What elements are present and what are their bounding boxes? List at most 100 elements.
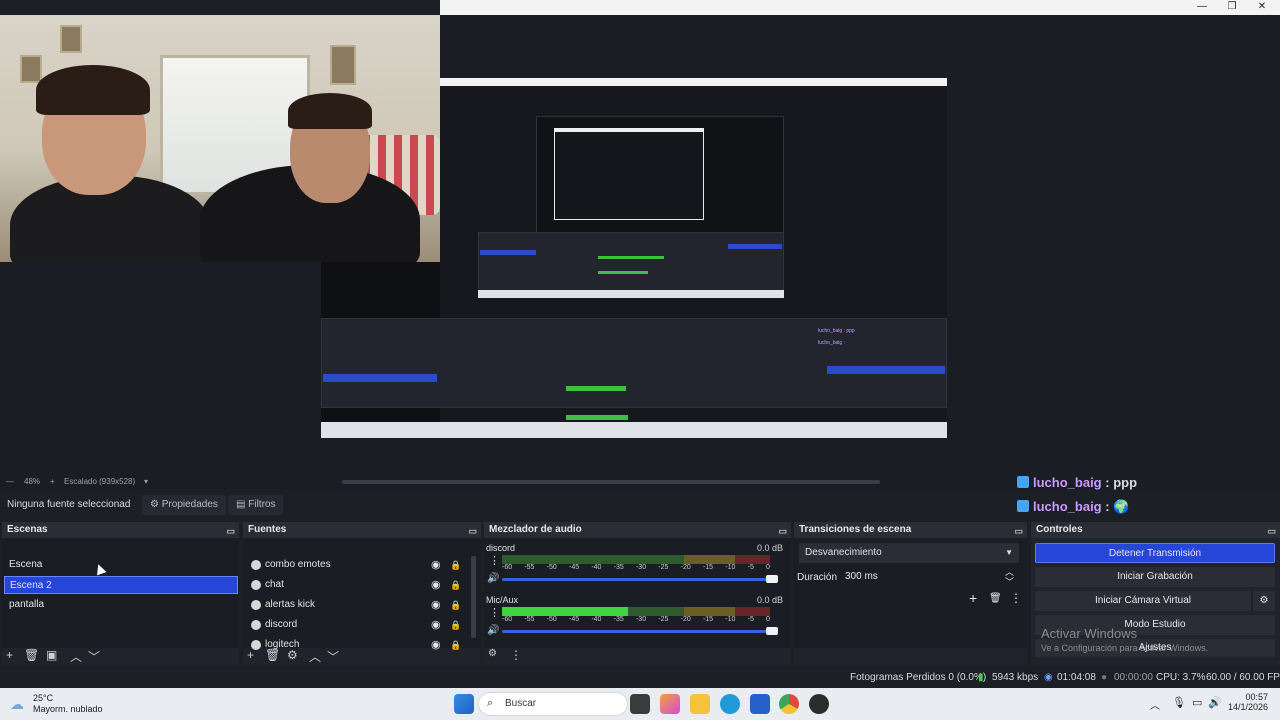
chevron-down-icon[interactable]: ▾ xyxy=(144,477,148,486)
advanced-audio-icon[interactable]: ⚙ xyxy=(488,648,497,659)
eye-icon[interactable]: ◉ xyxy=(431,576,441,594)
eye-icon[interactable]: ◉ xyxy=(431,616,441,634)
channel-menu-icon[interactable]: ⋮ xyxy=(489,554,500,567)
volume-slider[interactable] xyxy=(502,575,778,583)
lock-icon[interactable]: 🔒 xyxy=(450,596,461,614)
move-up-icon[interactable]: ︿ xyxy=(70,648,82,665)
add-transition-icon[interactable]: + xyxy=(969,590,977,606)
trash-icon[interactable]: 🗑 xyxy=(989,593,1002,604)
audio-mixer-dock: Mezclador de audio ▭ discord 0.0 dB ⋮ -60… xyxy=(484,522,791,665)
move-up-icon[interactable]: ︿ xyxy=(309,648,321,665)
weather-status: Mayorm. nublado xyxy=(33,704,103,714)
status-bar: Fotogramas Perdidos 0 (0.0%) ▮ 5943 kbps… xyxy=(0,668,1280,688)
task-view-icon[interactable] xyxy=(630,694,650,714)
horizontal-scrollbar[interactable] xyxy=(342,480,880,484)
preview-area[interactable]: lucho_baig : ppp lucho_baig : xyxy=(0,15,1280,475)
zoom-in-icon[interactable]: + xyxy=(50,477,55,486)
controls-title: Controles xyxy=(1036,524,1083,535)
spin-down-icon[interactable]: ﹀ xyxy=(1005,572,1014,592)
source-item[interactable]: combo emotes ◉ 🔒 xyxy=(243,556,468,574)
move-down-icon[interactable]: ﹀ xyxy=(88,648,100,665)
volume-icon[interactable]: 🔊 xyxy=(1208,696,1222,709)
minimize-icon[interactable]: — xyxy=(1187,0,1217,15)
sources-scrollbar[interactable] xyxy=(471,556,476,638)
more-icon[interactable]: ⋮ xyxy=(1010,591,1022,605)
edge-icon[interactable] xyxy=(720,694,740,714)
dock-menu-icon[interactable]: ▭ xyxy=(468,523,477,539)
chevron-up-icon[interactable]: ︿ xyxy=(1150,697,1160,712)
start-recording-button[interactable]: Iniciar Grabación xyxy=(1035,567,1275,587)
trash-icon[interactable]: 🗑 xyxy=(265,648,280,662)
microphone-icon[interactable]: 🎙 xyxy=(1172,696,1186,709)
zoom-level: 48% xyxy=(24,477,41,486)
transition-value: Desvanecimiento xyxy=(805,547,882,558)
add-scene-icon[interactable]: + xyxy=(6,648,13,662)
filters-icon[interactable]: ▣ xyxy=(46,648,57,662)
add-source-icon[interactable]: + xyxy=(247,648,254,662)
move-down-icon[interactable]: ﹀ xyxy=(327,648,339,665)
clock[interactable]: 00:57 14/1/2026 xyxy=(1228,692,1268,712)
speaker-icon[interactable]: 🔊 xyxy=(487,573,499,584)
scale-tick: -15 xyxy=(702,616,714,623)
scenes-dock: Escenas ▭ Escena Escena 2 pantalla + 🗑 ▣ … xyxy=(2,522,239,665)
restore-icon[interactable]: ❐ xyxy=(1217,0,1247,15)
copilot-icon[interactable] xyxy=(660,694,680,714)
file-explorer-icon[interactable] xyxy=(690,694,710,714)
source-label: combo emotes xyxy=(265,559,331,570)
dock-menu-icon[interactable]: ▭ xyxy=(1014,523,1023,539)
scale-tick: -20 xyxy=(680,564,691,571)
record-icon: ● xyxy=(1101,672,1108,683)
dock-menu-icon[interactable]: ▭ xyxy=(226,523,235,539)
eye-icon[interactable]: ◉ xyxy=(431,596,441,614)
scale-tick: 0 xyxy=(766,616,770,623)
activate-windows-sub: Ve a Configuración para activar Windows. xyxy=(1041,643,1209,653)
gear-icon[interactable]: ⚙ xyxy=(1253,591,1275,611)
scene-item-selected[interactable]: Escena 2 xyxy=(4,576,238,594)
properties-button[interactable]: ⚙ Propiedades xyxy=(142,495,226,515)
scene-item[interactable]: Escena xyxy=(4,556,238,574)
stop-stream-button[interactable]: Detener Transmisión xyxy=(1035,543,1275,563)
source-icon xyxy=(251,580,261,590)
scale-tick: -10 xyxy=(725,564,736,571)
slider-knob[interactable] xyxy=(766,575,778,583)
scale-tick: -60 xyxy=(502,616,513,623)
weather-icon[interactable]: ☁ xyxy=(10,696,24,713)
scale-tick: -50 xyxy=(546,616,557,623)
lock-icon[interactable]: 🔒 xyxy=(450,556,461,574)
cpu-usage: CPU: 3.7% xyxy=(1156,672,1206,683)
scale-tick: -35 xyxy=(613,616,624,623)
channel-menu-icon[interactable]: ⋮ xyxy=(489,606,500,619)
scene-item[interactable]: pantalla xyxy=(4,596,238,614)
taskbar-search[interactable]: ⌕ Buscar xyxy=(478,692,628,716)
channel-db: 0.0 dB xyxy=(756,595,783,605)
speaker-icon[interactable]: 🔊 xyxy=(487,625,499,636)
obs-icon[interactable] xyxy=(809,694,829,714)
chrome-icon[interactable] xyxy=(779,694,799,714)
transition-select[interactable]: Desvanecimiento ▼ xyxy=(799,543,1019,563)
store-icon[interactable] xyxy=(750,694,770,714)
source-item[interactable]: discord ◉ 🔒 xyxy=(243,616,468,634)
eye-icon[interactable]: ◉ xyxy=(431,556,441,574)
source-item[interactable]: alertas kick ◉ 🔒 xyxy=(243,596,468,614)
volume-slider[interactable] xyxy=(502,627,778,635)
virtual-camera-button[interactable]: Iniciar Cámara Virtual xyxy=(1035,591,1251,611)
close-icon[interactable]: ✕ xyxy=(1247,0,1277,15)
windows-start-icon[interactable] xyxy=(454,694,474,714)
network-icon[interactable]: ▭ xyxy=(1192,696,1202,709)
scale-label[interactable]: Escalado (939x528) xyxy=(64,477,135,486)
duration-input[interactable]: 300 ms ︿ ﹀ xyxy=(840,567,1020,587)
lock-icon[interactable]: 🔒 xyxy=(450,616,461,634)
slider-knob[interactable] xyxy=(766,627,778,635)
dock-menu-icon[interactable]: ▭ xyxy=(1267,523,1276,539)
scale-tick: -55 xyxy=(524,616,535,623)
source-item[interactable]: chat ◉ 🔒 xyxy=(243,576,468,594)
gear-icon[interactable]: ⚙ xyxy=(287,648,298,662)
more-icon[interactable]: ⋮ xyxy=(510,648,522,662)
obs-window: — ❐ ✕ lucho_baig : ppp lucho_baig : — 48… xyxy=(0,0,1280,720)
dock-menu-icon[interactable]: ▭ xyxy=(778,523,787,539)
zoom-out-icon[interactable]: — xyxy=(6,477,14,486)
filters-button[interactable]: ▤ Filtros xyxy=(228,495,284,515)
lock-icon[interactable]: 🔒 xyxy=(450,576,461,594)
transitions-dock: Transiciones de escena ▭ Desvanecimiento ▼… xyxy=(794,522,1027,665)
trash-icon[interactable]: 🗑 xyxy=(24,648,39,662)
